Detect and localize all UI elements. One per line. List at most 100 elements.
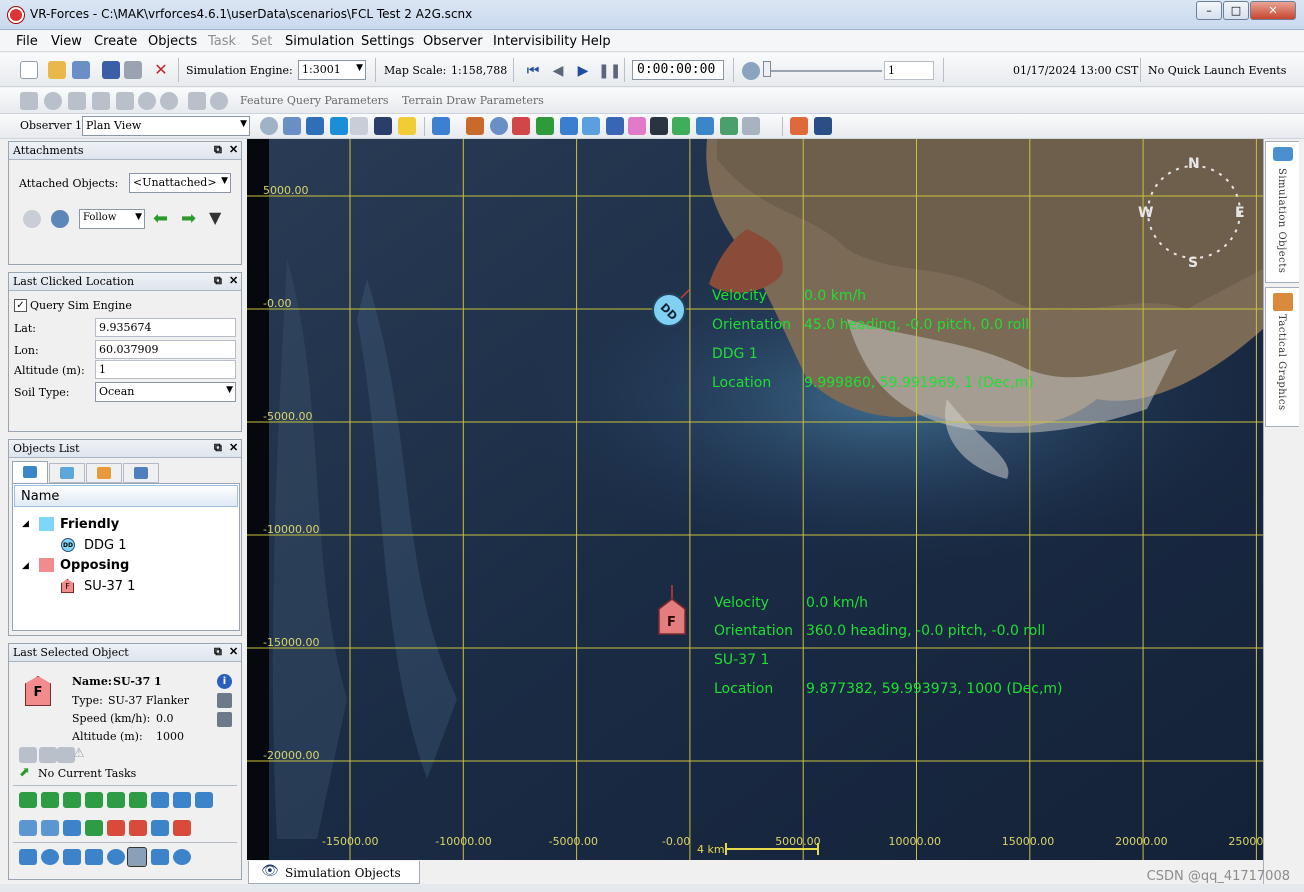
arrow-left-icon[interactable]: ⬅ (153, 208, 168, 229)
antenna-icon[interactable] (560, 117, 578, 135)
info-icon[interactable]: i (217, 674, 232, 689)
pyramid-icon[interactable] (398, 117, 416, 135)
speaker-icon[interactable] (742, 117, 760, 135)
sim-engine-select[interactable]: 1:3001 ▼ (298, 60, 366, 80)
map-canvas[interactable]: 5000.00 -0.00 -5000.00 -10000.00 -15000.00 -2… (247, 139, 1263, 860)
view-select[interactable]: Plan View ▼ (82, 116, 250, 136)
bottom-tab-simulation-objects[interactable]: 👁 Simulation Objects (248, 861, 420, 884)
air-refuel-icon[interactable] (195, 792, 213, 808)
menu-observer[interactable]: Observer (423, 34, 483, 49)
tab-network[interactable] (123, 463, 159, 483)
delete-x-icon[interactable]: ✕ (152, 61, 170, 79)
info-icon[interactable] (44, 92, 62, 110)
float-panel-icon[interactable]: ⧉ (214, 441, 222, 455)
menu-objects[interactable]: Objects (148, 34, 197, 49)
tunnel-icon[interactable] (650, 117, 668, 135)
road-icon[interactable] (85, 820, 103, 836)
save-icon[interactable] (102, 61, 120, 79)
tab-objects[interactable] (12, 461, 48, 483)
lock-icon[interactable] (306, 117, 324, 135)
missile-icon[interactable] (129, 820, 147, 836)
float-panel-icon[interactable]: ⧉ (214, 274, 222, 288)
name-column-header[interactable]: Name (14, 485, 238, 507)
info-round-icon[interactable] (41, 849, 59, 865)
edit-params-icon[interactable] (217, 712, 232, 727)
tab-simulation-objects[interactable]: Simulation Objects (1265, 141, 1299, 283)
close-panel-icon[interactable]: ✕ (229, 143, 238, 156)
grid-icon[interactable] (582, 117, 600, 135)
patrol-icon[interactable] (63, 792, 81, 808)
arrow-right-icon[interactable]: ➡ (181, 208, 196, 229)
hold-icon[interactable] (85, 792, 103, 808)
scenario-icon[interactable] (173, 820, 191, 836)
attach-object-icon[interactable] (23, 210, 41, 228)
tab-tactical-graphics[interactable]: Tactical Graphics (1265, 287, 1299, 427)
close-button[interactable]: ✕ (1250, 1, 1296, 20)
menu-view[interactable]: View (51, 34, 82, 49)
flag-icon[interactable] (92, 92, 110, 110)
monitor-icon[interactable] (432, 117, 450, 135)
close-panel-icon[interactable]: ✕ (229, 274, 238, 287)
brush-icon[interactable] (672, 117, 690, 135)
su-37-1-item[interactable]: SU-37 1 (84, 579, 135, 594)
observer-pin-icon[interactable] (260, 117, 278, 135)
uav-icon[interactable] (151, 820, 169, 836)
maximize-button[interactable]: □ (1223, 1, 1249, 20)
soil-type-select[interactable]: Ocean ▼ (95, 382, 236, 402)
flag-icon[interactable] (85, 849, 103, 865)
sensor-icon[interactable] (63, 820, 81, 836)
refresh-icon[interactable] (173, 849, 191, 865)
tab-folder[interactable] (86, 463, 122, 483)
minimize-button[interactable]: – (1196, 1, 1222, 20)
opposing-group[interactable]: Opposing (60, 558, 129, 573)
triangle-down-icon[interactable]: ▼ (209, 208, 221, 227)
shield-icon[interactable] (138, 92, 156, 110)
profile-icon[interactable] (19, 849, 37, 865)
altitude-field[interactable]: 1 (95, 360, 236, 379)
terrain-draw-params[interactable]: Terrain Draw Parameters (402, 94, 544, 107)
float-panel-icon[interactable]: ⧉ (214, 645, 222, 659)
expand-arrow-icon[interactable]: ◢ (22, 519, 29, 529)
paint-icon[interactable] (188, 92, 206, 110)
attack-icon[interactable] (19, 820, 37, 836)
orbit-icon[interactable] (107, 792, 125, 808)
fly-to-icon[interactable] (151, 792, 169, 808)
land-icon[interactable] (173, 792, 191, 808)
map-view[interactable]: 5000.00 -0.00 -5000.00 -10000.00 -15000.00 -2… (247, 139, 1263, 860)
follow-select[interactable]: Follow ▼ (79, 209, 145, 229)
paint-icon[interactable] (151, 849, 169, 865)
engage-icon[interactable] (41, 820, 59, 836)
edit-icon[interactable] (217, 693, 232, 708)
open-folder-icon[interactable] (48, 61, 66, 79)
float-panel-icon[interactable]: ⧉ (214, 143, 222, 157)
lat-field[interactable]: 9.935674 (95, 318, 236, 337)
globe-icon[interactable] (490, 117, 508, 135)
new-file-icon[interactable] (20, 61, 38, 79)
shield-icon[interactable] (107, 849, 125, 865)
frame-icon[interactable] (720, 117, 738, 135)
menu-simulation[interactable]: Simulation (285, 34, 354, 49)
speed-slider-handle[interactable] (763, 61, 771, 77)
route-icon[interactable] (512, 117, 530, 135)
move-to-icon[interactable] (19, 792, 37, 808)
expand-arrow-icon[interactable]: ◢ (22, 561, 29, 571)
tactical-graphic-icon[interactable] (466, 117, 484, 135)
feature-query-params[interactable]: Feature Query Parameters (240, 94, 389, 107)
cloud-query-icon[interactable] (160, 92, 178, 110)
ddg-1-item[interactable]: DDG 1 (84, 538, 127, 553)
copy-icon[interactable] (72, 61, 90, 79)
menu-help[interactable]: Help (581, 34, 611, 49)
speed-input[interactable]: 1 (884, 61, 934, 80)
explosion-icon[interactable] (790, 117, 808, 135)
menu-settings[interactable]: Settings (361, 34, 414, 49)
terrain-icon[interactable] (696, 117, 714, 135)
terrain-profile-icon[interactable] (20, 92, 38, 110)
menu-create[interactable]: Create (94, 34, 137, 49)
friendly-group[interactable]: Friendly (60, 517, 119, 532)
eye-icon[interactable] (374, 117, 392, 135)
rewind-icon[interactable]: ⏮ (524, 62, 542, 80)
move-along-icon[interactable] (41, 792, 59, 808)
close-panel-icon[interactable]: ✕ (229, 441, 238, 454)
gauge-icon[interactable] (68, 92, 86, 110)
range-icon[interactable] (350, 117, 368, 135)
